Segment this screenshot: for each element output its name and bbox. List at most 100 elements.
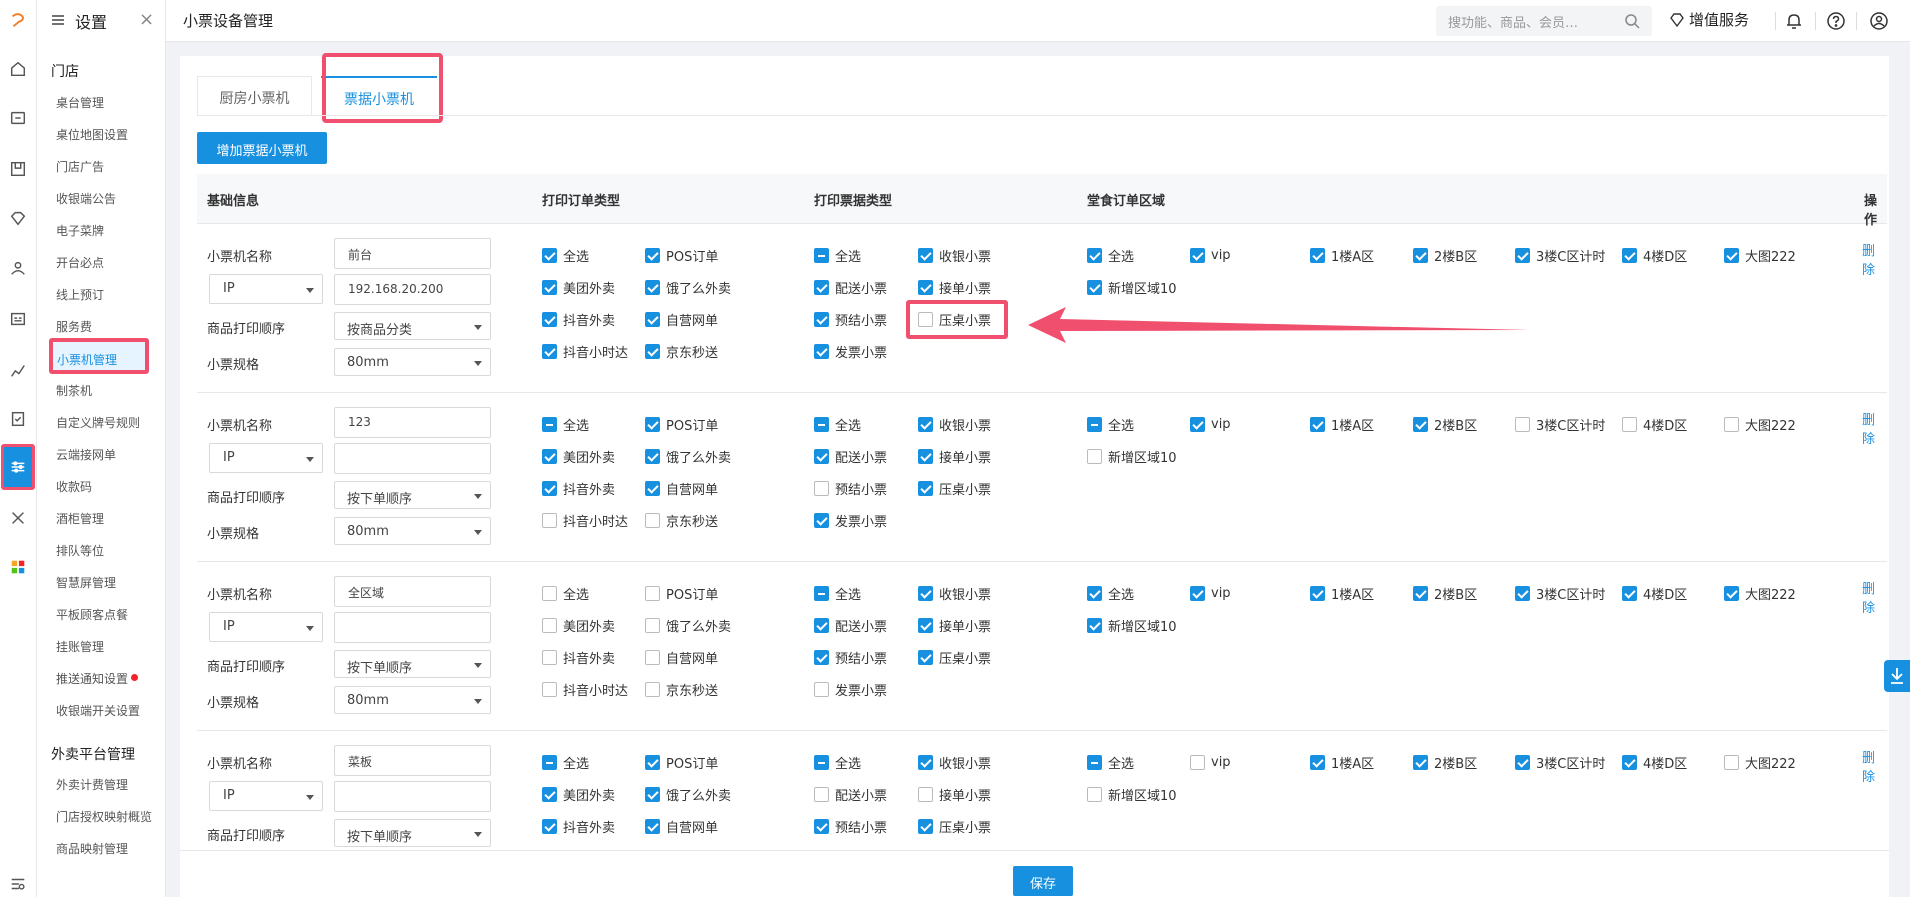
checkbox-area[interactable]: 2楼B区 xyxy=(1413,753,1477,772)
checkbox-box[interactable] xyxy=(1087,786,1102,802)
clipboard-icon[interactable] xyxy=(3,405,33,433)
checkbox-box[interactable] xyxy=(645,279,660,295)
checkbox-box[interactable] xyxy=(1190,585,1205,601)
receipt-spec-select[interactable]: 80mm xyxy=(334,348,491,376)
checkbox-box[interactable] xyxy=(645,818,660,834)
connection-type-select[interactable]: IP xyxy=(209,781,323,811)
checkbox-box[interactable] xyxy=(1724,585,1739,601)
checkbox-box[interactable] xyxy=(542,786,557,802)
checkbox-area[interactable]: 4楼D区 xyxy=(1622,246,1687,265)
print-order-select[interactable]: 按下单顺序 xyxy=(334,650,491,678)
checkbox-box[interactable] xyxy=(542,480,557,496)
checkbox-box[interactable] xyxy=(645,585,660,601)
checkbox-area[interactable]: vip xyxy=(1190,415,1231,433)
checkbox-area[interactable]: 新增区域10 xyxy=(1087,616,1177,635)
checkbox-box[interactable] xyxy=(542,617,557,633)
sidebar-item[interactable]: 桌台管理 xyxy=(56,94,104,111)
help-icon[interactable] xyxy=(1826,11,1846,31)
checkbox-receipt[interactable]: 收银小票 xyxy=(918,753,991,772)
checkbox-box[interactable] xyxy=(1724,247,1739,263)
search-input[interactable]: 搜功能、商品、会员… xyxy=(1436,6,1652,36)
checkbox-receipt[interactable]: 压桌小票 xyxy=(918,648,991,667)
checkbox-box[interactable] xyxy=(645,681,660,697)
checkbox-box[interactable] xyxy=(1087,247,1102,263)
checkbox-area[interactable]: 大图222 xyxy=(1724,415,1796,434)
report-icon[interactable] xyxy=(3,356,33,384)
checkbox-area[interactable]: 3楼C区计时 xyxy=(1515,584,1605,603)
print-order-select[interactable]: 按下单顺序 xyxy=(334,819,491,847)
checkbox-box[interactable] xyxy=(918,311,933,327)
diamond-icon[interactable] xyxy=(3,204,33,232)
apps-icon[interactable] xyxy=(3,553,33,581)
checkbox-order[interactable]: POS订单 xyxy=(645,584,718,603)
checkbox-order[interactable]: 饿了么外卖 xyxy=(645,278,731,297)
checkbox-box[interactable] xyxy=(918,617,933,633)
checkbox-box[interactable] xyxy=(1515,754,1530,770)
ip-address-input[interactable] xyxy=(334,443,491,474)
checkbox-box[interactable] xyxy=(1622,416,1637,432)
save-button[interactable]: 保存 xyxy=(1013,866,1073,896)
checkbox-box[interactable] xyxy=(814,311,829,327)
receipt-spec-select[interactable]: 80mm xyxy=(334,517,491,545)
ip-address-input[interactable] xyxy=(334,612,491,643)
printer-name-input[interactable]: 全区域 xyxy=(334,576,491,607)
value-service-button[interactable]: 增值服务 xyxy=(1669,9,1749,30)
checkbox-box[interactable] xyxy=(1515,585,1530,601)
delete-link[interactable]: 删除 xyxy=(1862,747,1887,785)
sidebar-item[interactable]: 小票机管理 xyxy=(49,338,149,374)
checkbox-area[interactable]: 3楼C区计时 xyxy=(1515,246,1605,265)
checkbox-area[interactable]: 新增区域10 xyxy=(1087,785,1177,804)
checkbox-box[interactable] xyxy=(918,279,933,295)
sidebar-item[interactable]: 外卖计费管理 xyxy=(56,776,128,793)
printer-name-input[interactable]: 前台 xyxy=(334,238,491,269)
sidebar-item[interactable]: 云端接网单 xyxy=(56,446,116,463)
ip-address-input[interactable]: 192.168.20.200 xyxy=(334,274,491,305)
checkbox-box[interactable] xyxy=(814,480,829,496)
checkbox-box[interactable] xyxy=(1310,754,1325,770)
sidebar-item[interactable]: 桌位地图设置 xyxy=(56,126,128,143)
cashier-icon[interactable] xyxy=(3,104,33,132)
checkbox-area[interactable]: 4楼D区 xyxy=(1622,415,1687,434)
checkbox-box[interactable] xyxy=(918,480,933,496)
checkbox-box[interactable] xyxy=(645,480,660,496)
checkbox-receipt[interactable]: 预结小票 xyxy=(814,310,887,329)
checkbox-box[interactable] xyxy=(542,649,557,665)
collapse-menu-icon[interactable] xyxy=(3,870,33,897)
checkbox-order[interactable]: 自营网单 xyxy=(645,479,718,498)
sidebar-item[interactable]: 制茶机 xyxy=(56,382,92,399)
checkbox-box[interactable] xyxy=(645,247,660,263)
checkbox-box[interactable] xyxy=(542,585,557,601)
connection-type-select[interactable]: IP xyxy=(209,612,323,642)
checkbox-area[interactable]: vip xyxy=(1190,753,1231,771)
goods-icon[interactable] xyxy=(3,155,33,183)
checkbox-order[interactable]: 抖音外卖 xyxy=(542,817,615,836)
checkbox-order[interactable]: 全选 xyxy=(542,753,589,772)
checkbox-box[interactable] xyxy=(814,585,829,601)
checkbox-box[interactable] xyxy=(1515,416,1530,432)
home-icon[interactable] xyxy=(3,55,33,83)
checkbox-area[interactable]: 大图222 xyxy=(1724,246,1796,265)
checkbox-receipt[interactable]: 预结小票 xyxy=(814,648,887,667)
sidebar-item[interactable]: 门店授权映射概览 xyxy=(56,808,152,825)
checkbox-order[interactable]: 抖音外卖 xyxy=(542,648,615,667)
checkbox-order[interactable]: 美团外卖 xyxy=(542,278,615,297)
printer-name-input[interactable]: 菜板 xyxy=(334,745,491,776)
sidebar-item[interactable]: 开台必点 xyxy=(56,254,104,271)
printer-name-input[interactable]: 123 xyxy=(334,407,491,438)
checkbox-box[interactable] xyxy=(645,617,660,633)
checkbox-box[interactable] xyxy=(1622,754,1637,770)
close-icon[interactable]: × xyxy=(139,9,154,30)
checkbox-order[interactable]: 全选 xyxy=(542,246,589,265)
search-icon[interactable] xyxy=(1624,13,1640,29)
connection-type-select[interactable]: IP xyxy=(209,443,323,473)
checkbox-box[interactable] xyxy=(918,585,933,601)
checkbox-area[interactable]: 4楼D区 xyxy=(1622,584,1687,603)
checkbox-receipt[interactable]: 压桌小票 xyxy=(918,310,991,329)
receipt-spec-select[interactable]: 80mm xyxy=(334,686,491,714)
sidebar-item[interactable]: 自定义牌号规则 xyxy=(56,414,140,431)
checkbox-area[interactable]: 全选 xyxy=(1087,246,1134,265)
checkbox-box[interactable] xyxy=(1413,247,1428,263)
checkbox-order[interactable]: POS订单 xyxy=(645,415,718,434)
checkbox-box[interactable] xyxy=(814,681,829,697)
checkbox-box[interactable] xyxy=(542,343,557,359)
